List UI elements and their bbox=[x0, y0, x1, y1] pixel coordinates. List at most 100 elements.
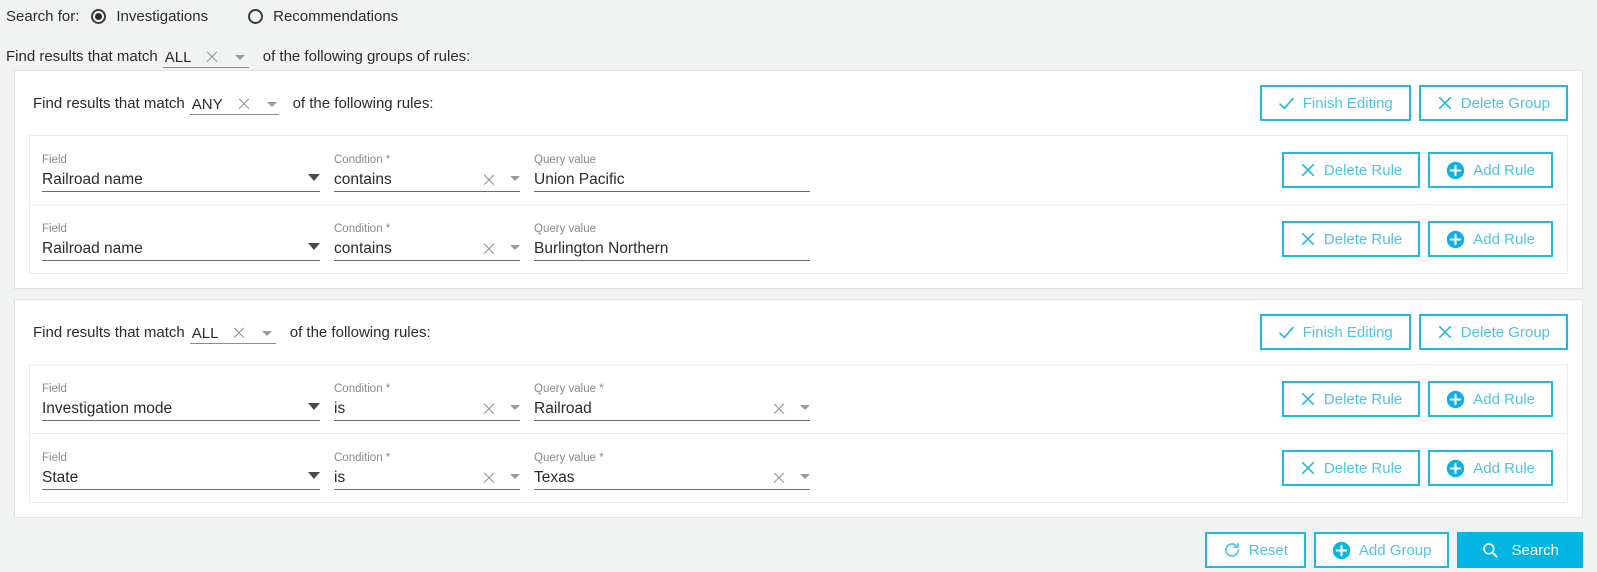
group-1-operator-select[interactable]: ANY bbox=[190, 91, 279, 115]
close-icon[interactable] bbox=[237, 97, 251, 111]
query-value-select[interactable]: Query value * Railroad bbox=[534, 377, 810, 421]
condition-select[interactable]: Condition * contains bbox=[334, 148, 520, 192]
group-2-match-lead: Find results that match bbox=[33, 324, 185, 344]
field-select[interactable]: Field Railroad name bbox=[42, 217, 320, 261]
query-value-text: Union Pacific bbox=[534, 170, 624, 189]
condition-select[interactable]: Condition * is bbox=[334, 446, 520, 490]
query-value-text: Burlington Northern bbox=[534, 239, 668, 258]
field-select-value: Investigation mode bbox=[42, 399, 172, 418]
chevron-down-icon[interactable] bbox=[510, 405, 520, 410]
add-rule-label: Add Rule bbox=[1473, 460, 1535, 477]
field-select[interactable]: Field State bbox=[42, 446, 320, 490]
plus-circle-icon bbox=[1446, 390, 1465, 409]
close-icon[interactable] bbox=[482, 402, 496, 416]
chevron-down-icon[interactable] bbox=[308, 472, 320, 479]
delete-rule-button[interactable]: Delete Rule bbox=[1282, 152, 1420, 188]
group-2-rules: Field Investigation mode Condition * is bbox=[15, 364, 1582, 517]
query-value-label: Query value * bbox=[534, 452, 810, 465]
query-value-input[interactable]: Query value Union Pacific bbox=[534, 148, 810, 192]
group-1-rules: Field Railroad name Condition * contains bbox=[15, 135, 1582, 288]
reset-label: Reset bbox=[1249, 542, 1288, 559]
close-icon[interactable] bbox=[482, 173, 496, 187]
chevron-down-icon[interactable] bbox=[235, 55, 245, 60]
add-rule-label: Add Rule bbox=[1473, 391, 1535, 408]
close-icon[interactable] bbox=[772, 402, 786, 416]
chevron-down-icon[interactable] bbox=[308, 243, 320, 250]
search-for-label: Search for: bbox=[6, 8, 79, 25]
chevron-down-icon[interactable] bbox=[800, 474, 810, 479]
chevron-down-icon[interactable] bbox=[510, 474, 520, 479]
chevron-down-icon[interactable] bbox=[262, 331, 272, 336]
group-1-operator-value: ANY bbox=[192, 96, 223, 113]
query-value-label: Query value bbox=[534, 223, 810, 236]
radio-investigations-mark[interactable] bbox=[91, 9, 106, 24]
close-icon bbox=[1300, 460, 1316, 476]
top-operator-value: ALL bbox=[165, 49, 192, 66]
group-1-actions: Finish Editing Delete Group bbox=[1260, 85, 1568, 121]
field-select[interactable]: Field Investigation mode bbox=[42, 377, 320, 421]
top-match-tail: of the following groups of rules: bbox=[263, 48, 471, 68]
search-for-row: Search for: Investigations Recommendatio… bbox=[0, 0, 1597, 28]
finish-editing-label: Finish Editing bbox=[1303, 324, 1393, 341]
chevron-down-icon[interactable] bbox=[800, 405, 810, 410]
group-2-operator-value: ALL bbox=[192, 325, 219, 342]
finish-editing-label: Finish Editing bbox=[1303, 95, 1393, 112]
close-icon bbox=[1437, 95, 1453, 111]
radio-investigations-label: Investigations bbox=[116, 8, 208, 25]
delete-rule-button[interactable]: Delete Rule bbox=[1282, 381, 1420, 417]
chevron-down-icon[interactable] bbox=[510, 176, 520, 181]
radio-option-recommendations[interactable]: Recommendations bbox=[248, 8, 398, 25]
condition-select-label: Condition * bbox=[334, 223, 520, 236]
delete-rule-button[interactable]: Delete Rule bbox=[1282, 450, 1420, 486]
close-icon[interactable] bbox=[772, 471, 786, 485]
plus-circle-icon bbox=[1446, 459, 1465, 478]
chevron-down-icon[interactable] bbox=[267, 102, 277, 107]
refresh-icon bbox=[1223, 541, 1241, 559]
check-icon bbox=[1278, 324, 1295, 341]
condition-select[interactable]: Condition * contains bbox=[334, 217, 520, 261]
group-2-operator-select[interactable]: ALL bbox=[190, 320, 276, 344]
query-value-select[interactable]: Query value * Texas bbox=[534, 446, 810, 490]
add-rule-button[interactable]: Add Rule bbox=[1428, 152, 1553, 188]
chevron-down-icon[interactable] bbox=[308, 174, 320, 181]
query-value-label: Query value * bbox=[534, 383, 810, 396]
close-icon bbox=[1300, 391, 1316, 407]
add-rule-button[interactable]: Add Rule bbox=[1428, 221, 1553, 257]
delete-rule-label: Delete Rule bbox=[1324, 460, 1402, 477]
condition-select-label: Condition * bbox=[334, 383, 520, 396]
finish-editing-button-group-1[interactable]: Finish Editing bbox=[1260, 85, 1411, 121]
delete-group-button-group-2[interactable]: Delete Group bbox=[1419, 314, 1568, 350]
query-value-text: Railroad bbox=[534, 399, 592, 418]
close-icon[interactable] bbox=[232, 326, 246, 340]
chevron-down-icon[interactable] bbox=[510, 245, 520, 250]
rule-group-2-header: Find results that match ALL of the follo… bbox=[15, 300, 1582, 364]
radio-option-investigations[interactable]: Investigations bbox=[91, 8, 208, 25]
add-rule-button[interactable]: Add Rule bbox=[1428, 381, 1553, 417]
delete-rule-button[interactable]: Delete Rule bbox=[1282, 221, 1420, 257]
condition-select-value: contains bbox=[334, 239, 392, 258]
radio-recommendations-mark[interactable] bbox=[248, 9, 263, 24]
finish-editing-button-group-2[interactable]: Finish Editing bbox=[1260, 314, 1411, 350]
close-icon[interactable] bbox=[205, 50, 219, 64]
field-select[interactable]: Field Railroad name bbox=[42, 148, 320, 192]
top-match-line: Find results that match ALL of the follo… bbox=[6, 44, 1597, 68]
condition-select-label: Condition * bbox=[334, 452, 520, 465]
close-icon[interactable] bbox=[482, 471, 496, 485]
add-rule-button[interactable]: Add Rule bbox=[1428, 450, 1553, 486]
top-operator-select[interactable]: ALL bbox=[163, 44, 249, 68]
chevron-down-icon[interactable] bbox=[308, 403, 320, 410]
query-value-input[interactable]: Query value Burlington Northern bbox=[534, 217, 810, 261]
close-icon[interactable] bbox=[482, 242, 496, 256]
condition-select[interactable]: Condition * is bbox=[334, 377, 520, 421]
plus-circle-icon bbox=[1446, 161, 1465, 180]
rule-actions: Delete Rule Add Rule bbox=[1282, 221, 1553, 257]
field-select-value: State bbox=[42, 468, 78, 487]
rule-row: Field Railroad name Condition * contains bbox=[29, 204, 1568, 274]
add-group-button[interactable]: Add Group bbox=[1314, 532, 1450, 568]
delete-group-button-group-1[interactable]: Delete Group bbox=[1419, 85, 1568, 121]
rule-1-1-fields: Field Railroad name Condition * contains bbox=[42, 148, 824, 192]
search-button[interactable]: Search bbox=[1457, 532, 1583, 568]
reset-button[interactable]: Reset bbox=[1205, 532, 1306, 568]
group-1-match-lead: Find results that match bbox=[33, 95, 185, 115]
delete-rule-label: Delete Rule bbox=[1324, 231, 1402, 248]
